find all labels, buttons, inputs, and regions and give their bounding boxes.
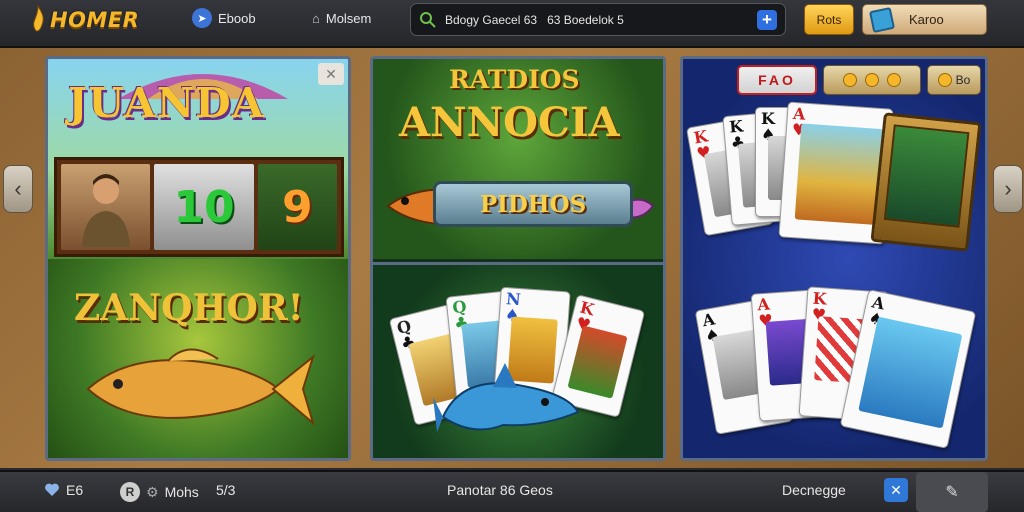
settings-button[interactable]: ✎ bbox=[916, 472, 988, 512]
nav-label: Eboob bbox=[218, 10, 256, 26]
coin-icon bbox=[843, 73, 857, 87]
decnegge-item[interactable]: Decnegge bbox=[782, 482, 846, 498]
game-tile-cards[interactable]: FAO Bo K ♥ K ♣ K ♠ A ♥ A ♠ A ♥ K ♥ A ♠ bbox=[680, 56, 988, 461]
mohs-label: Mohs bbox=[164, 484, 199, 500]
add-button[interactable]: + bbox=[757, 9, 777, 30]
game-tile-juanda[interactable]: JUANDA ✕ 10 9 ZANQHOR! bbox=[45, 56, 351, 461]
karoo-label: Karoo bbox=[909, 12, 944, 27]
center-status: Panotar 86 Geos bbox=[447, 482, 553, 498]
game-subtitle: ZANQHOR! bbox=[74, 287, 304, 329]
bottom-bar: E6 R ⚙ Mohs 5/3 Panotar 86 Geos Decnegge… bbox=[0, 470, 1024, 512]
status-text: Panotar 86 Geos bbox=[447, 482, 553, 498]
reel-number: 9 bbox=[257, 164, 337, 250]
card-art: Q ♣ Q ♣ N ♠ K ♥ bbox=[373, 262, 663, 458]
zanqhor-art: ZANQHOR! bbox=[48, 259, 348, 458]
search-bar[interactable]: + bbox=[410, 3, 786, 36]
mohs-item[interactable]: R ⚙ Mohs bbox=[120, 482, 199, 502]
coin-icon bbox=[937, 73, 952, 87]
fao-badge[interactable]: FAO bbox=[737, 65, 817, 95]
favorites-item[interactable]: E6 bbox=[44, 482, 83, 498]
compass-icon: ➤ bbox=[192, 8, 212, 28]
game-carousel: ‹ › JUANDA ✕ 10 9 ZANQHOR! RATDIOS ANNOC… bbox=[0, 48, 1024, 468]
banner-text: PIDHOS bbox=[479, 190, 587, 218]
gem-icon bbox=[868, 6, 896, 33]
game-toolbar: FAO Bo bbox=[737, 65, 981, 95]
nav-item-eboob[interactable]: ➤ Eboob bbox=[192, 8, 256, 28]
search-icon bbox=[420, 11, 436, 28]
flame-icon bbox=[33, 5, 44, 32]
karoo-button[interactable]: Karoo bbox=[862, 4, 987, 35]
score-item: 5/3 bbox=[216, 482, 235, 498]
slot-reels: 10 9 bbox=[54, 157, 344, 257]
nav-label: Molsem bbox=[325, 10, 372, 26]
person-icon bbox=[81, 174, 130, 247]
bo-label: Bo bbox=[955, 73, 971, 87]
fish-icon bbox=[86, 348, 315, 426]
carousel-prev-button[interactable]: ‹ bbox=[3, 165, 33, 213]
framed-art-card bbox=[870, 112, 982, 252]
banner: PIDHOS bbox=[433, 181, 633, 227]
carousel-next-button[interactable]: › bbox=[993, 165, 1023, 213]
heart-icon bbox=[45, 483, 59, 496]
rots-button[interactable]: Rots bbox=[804, 4, 854, 35]
top-bar: HOMER ➤ Eboob ⌂ Molsem + Rots Karoo bbox=[0, 0, 1024, 48]
dolphin-icon bbox=[433, 363, 580, 432]
close-icon[interactable]: ✕ bbox=[318, 63, 344, 85]
r-icon: R bbox=[120, 482, 140, 502]
juanda-art: JUANDA ✕ 10 9 bbox=[48, 59, 348, 259]
score-value: 5/3 bbox=[216, 482, 236, 498]
search-input[interactable] bbox=[445, 12, 749, 27]
annocia-art: RATDIOS ANNOCIA PIDHOS bbox=[373, 59, 663, 259]
coin-icon bbox=[865, 73, 879, 87]
favorites-count: E6 bbox=[66, 482, 84, 498]
coin-counter[interactable] bbox=[823, 65, 921, 95]
nav-item-molsem[interactable]: ⌂ Molsem bbox=[312, 8, 371, 28]
logo-text: HOMER bbox=[50, 8, 140, 32]
game-title: ANNOCIA bbox=[399, 99, 620, 146]
reel-number: 10 bbox=[154, 164, 254, 250]
game-title: JUANDA bbox=[68, 79, 265, 127]
bo-chip[interactable]: Bo bbox=[927, 65, 981, 95]
game-tile-annocia[interactable]: RATDIOS ANNOCIA PIDHOS Q ♣ Q ♣ N ♠ K ♥ bbox=[370, 56, 666, 461]
edit-icon: ✎ bbox=[945, 484, 959, 501]
gear-icon: ⚙ bbox=[146, 483, 159, 500]
house-icon: ⌂ bbox=[312, 10, 320, 26]
decnegge-label: Decnegge bbox=[782, 482, 846, 498]
tools-icon[interactable]: ✕ bbox=[884, 478, 908, 502]
coin-icon bbox=[887, 73, 901, 87]
game-title-top: RATDIOS bbox=[449, 65, 580, 94]
brand-logo[interactable]: HOMER bbox=[30, 4, 139, 36]
character-portrait bbox=[61, 164, 151, 250]
